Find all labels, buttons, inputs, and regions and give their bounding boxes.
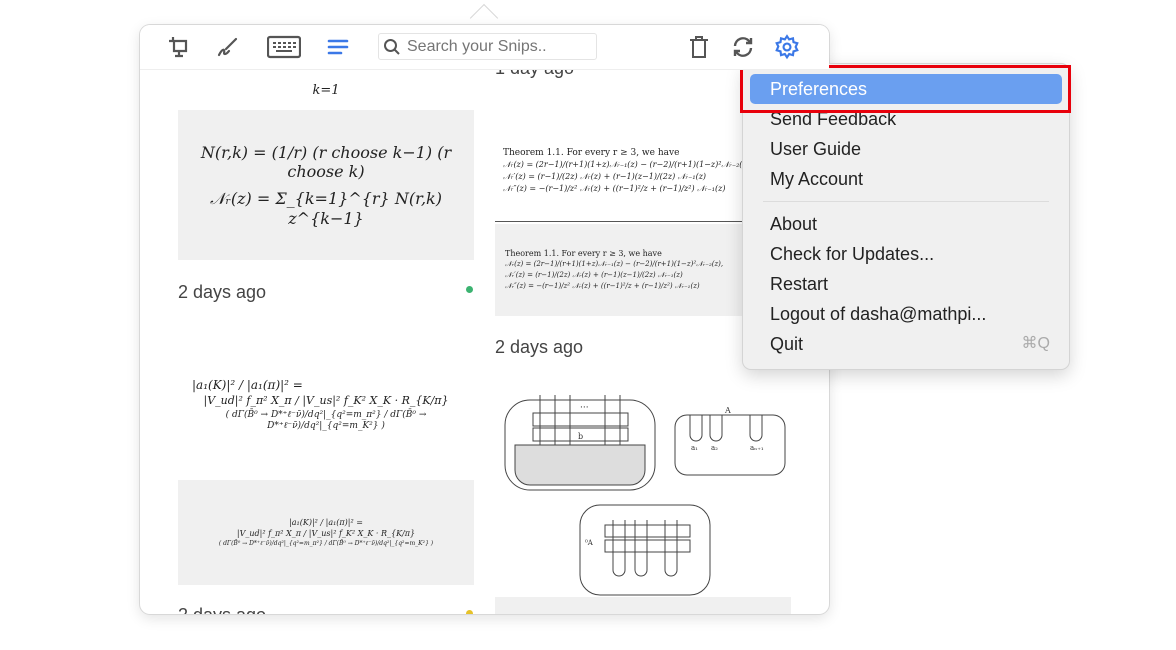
menu-item-send-feedback[interactable]: Send Feedback	[750, 104, 1062, 134]
snips-list[interactable]: k=1 N(r,k) = (1/r) (r choose k−1) (r cho…	[140, 70, 829, 614]
snip-timestamp: 1 day ago	[495, 70, 574, 79]
screenshot-crop-icon[interactable]	[165, 33, 193, 61]
formula-line: Theorem 1.1. For every r ≥ 3, we have	[505, 249, 662, 258]
pen-icon[interactable]	[214, 33, 242, 61]
sync-icon[interactable]	[729, 33, 757, 61]
formula-line: k=1	[312, 82, 340, 98]
trash-icon[interactable]	[685, 33, 713, 61]
menu-item-my-account[interactable]: My Account	[750, 164, 1062, 194]
menu-item-about[interactable]: About	[750, 209, 1062, 239]
status-dot	[466, 610, 473, 614]
search-icon	[384, 38, 400, 55]
list-icon[interactable]	[324, 33, 352, 61]
formula-line: N(r,k) = (1/r) (r choose k−1) (r choose …	[200, 142, 452, 181]
diagram-label: ···	[580, 403, 589, 413]
formula-line: 𝒩ᵣ″(z) = −(r−1)/z² 𝒩ᵣ(z) + ((r−1)²/z + (…	[503, 183, 726, 193]
diagram-label: ⁰A	[585, 539, 594, 547]
snip-timestamp: 2 days ago	[495, 337, 584, 357]
search-field[interactable]	[378, 33, 597, 60]
formula-line: |V_ud|² f_π² X_π / |V_us|² f_K² X_K · R_…	[203, 394, 449, 407]
toolbar	[140, 25, 829, 70]
keyboard-icon[interactable]	[266, 33, 302, 61]
menu-item-quit[interactable]: Quit ⌘Q	[750, 329, 1062, 359]
formula-line: 𝒩ᵣ(z) = (2r−1)/(r+1)(1+z)𝒩ᵣ₋₁(z) − (r−2)…	[505, 260, 724, 268]
settings-menu: Preferences Send Feedback User Guide My …	[743, 64, 1069, 369]
snip-card[interactable]: b ··· A a₁ a₂ aₙ₊₁ ⁰A	[495, 385, 791, 600]
diagram-label: b	[578, 432, 583, 441]
diagram-label: a₁	[691, 444, 698, 452]
diagram-label: a₂	[711, 444, 718, 452]
status-dot	[466, 286, 473, 293]
formula-line: |a₁(K)|² / |a₁(π)|² =	[289, 518, 363, 527]
formula-line: |a₁(K)|² / |a₁(π)|² =	[192, 378, 303, 392]
formula-line: |V_ud|² f_π² X_π / |V_us|² f_K² X_K · R_…	[236, 529, 416, 538]
snip-card[interactable]	[495, 597, 791, 614]
menu-item-logout[interactable]: Logout of dasha@mathpi...	[750, 299, 1062, 329]
snip-card[interactable]: k=1	[178, 75, 474, 105]
menu-item-preferences[interactable]: Preferences	[750, 74, 1062, 104]
menu-item-check-for-updates[interactable]: Check for Updates...	[750, 239, 1062, 269]
gear-icon[interactable]	[773, 33, 801, 61]
formula-line: ( dΓ(B̄⁰ → D*⁺ℓ⁻ν̄)/dq²|_{q²=m_π²} / dΓ(…	[225, 410, 427, 431]
menu-item-label: Quit	[770, 334, 804, 354]
formula-line: Theorem 1.1. For every r ≥ 3, we have	[503, 147, 680, 158]
formula-line: 𝒩ᵣ″(z) = −(r−1)/z² 𝒩ᵣ(z) + ((r−1)²/z + (…	[505, 282, 700, 290]
snip-popover-window: k=1 N(r,k) = (1/r) (r choose k−1) (r cho…	[140, 25, 829, 614]
formula-line: 𝒩ᵣ(z) = (2r−1)/(r+1)(1+z)𝒩ᵣ₋₁(z) − (r−2)…	[503, 159, 753, 169]
snip-card[interactable]: |a₁(K)|² / |a₁(π)|² = |V_ud|² f_π² X_π /…	[178, 480, 474, 585]
snip-card[interactable]: |a₁(K)|² / |a₁(π)|² = |V_ud|² f_π² X_π /…	[178, 332, 474, 477]
formula-line: 𝒩ᵣ(z) = Σ_{k=1}^{r} N(r,k) z^{k−1}	[210, 188, 442, 228]
shortcut-label: ⌘Q	[1021, 335, 1050, 352]
search-input[interactable]	[407, 37, 592, 56]
snip-card[interactable]: N(r,k) = (1/r) (r choose k−1) (r choose …	[178, 110, 474, 260]
formula-line: 𝒩ᵣ′(z) = (r−1)/(2z) 𝒩ᵣ(z) + (r−1)(z−1)/(…	[503, 171, 707, 181]
diagram-image: b ··· A a₁ a₂ aₙ₊₁ ⁰A	[504, 395, 786, 596]
menu-item-user-guide[interactable]: User Guide	[750, 134, 1062, 164]
formula-line: 𝒩ᵣ′(z) = (r−1)/(2z) 𝒩ᵣ(z) + (r−1)(z−1)/(…	[505, 271, 683, 279]
diagram-label: A	[724, 406, 731, 415]
snip-timestamp: 2 days ago	[178, 282, 267, 302]
formula-line: ( dΓ(B̄⁰ → D*⁺ℓ⁻ν̄)/dq²|_{q²=m_π²} / dΓ(…	[218, 540, 434, 547]
diagram-label: aₙ₊₁	[750, 444, 764, 452]
menu-item-restart[interactable]: Restart	[750, 269, 1062, 299]
snip-timestamp: 2 days ago	[178, 605, 266, 614]
menu-separator	[763, 201, 1049, 202]
